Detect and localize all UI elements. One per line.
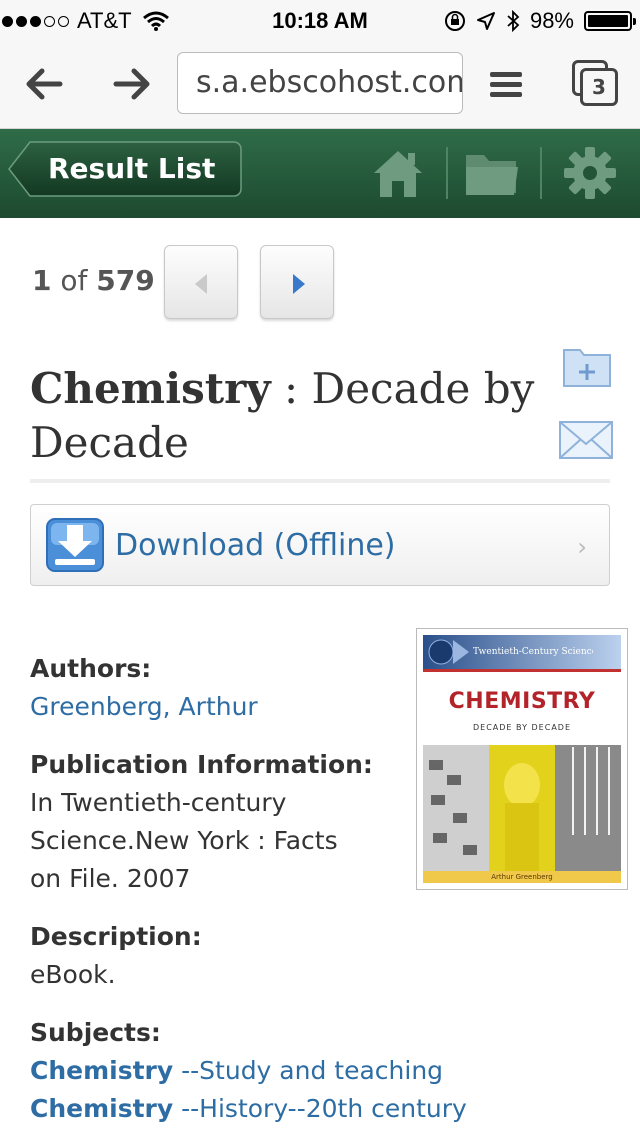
- location-icon: [476, 12, 495, 30]
- subject-term: Chemistry: [30, 1094, 174, 1123]
- download-icon: [46, 518, 104, 572]
- chevron-right-icon: [293, 274, 305, 294]
- divider: [540, 147, 542, 199]
- download-button[interactable]: Download (Offline) ›: [30, 504, 610, 586]
- subject-link[interactable]: Chemistry --History--20th century: [30, 1094, 467, 1123]
- result-list-label: Result List: [48, 152, 216, 185]
- cover-image: Twentieth-Century Science CHEMISTRY DECA…: [423, 635, 621, 883]
- total-results: 579: [96, 264, 155, 297]
- battery-percent: 98%: [529, 8, 574, 33]
- chevron-left-icon: [195, 274, 207, 294]
- cover-title: CHEMISTRY: [448, 689, 596, 714]
- rotation-lock-icon: [444, 11, 465, 31]
- cover-author: Arthur Greenberg: [491, 873, 553, 881]
- download-label: Download (Offline): [115, 528, 396, 563]
- current-index: 1: [32, 264, 52, 297]
- cover-subtitle: DECADE BY DECADE: [473, 723, 571, 732]
- menu-icon[interactable]: [490, 72, 522, 98]
- home-icon[interactable]: [370, 145, 426, 201]
- author-link[interactable]: Greenberg, Arthur: [30, 688, 258, 726]
- divider: [446, 147, 448, 199]
- title-main: Chemistry: [30, 364, 271, 413]
- publication-info-value: In Twentieth-century Science.New York : …: [30, 788, 338, 893]
- result-counter: 1 of 579: [32, 264, 155, 297]
- bluetooth-icon: [507, 10, 520, 32]
- add-to-folder-icon[interactable]: [562, 346, 612, 388]
- battery-icon: [584, 11, 636, 31]
- forward-arrow-icon[interactable]: [110, 62, 154, 106]
- subjects-label: Subjects:: [30, 1018, 161, 1047]
- authors-label: Authors:: [30, 654, 152, 683]
- back-arrow-icon[interactable]: [22, 62, 66, 106]
- status-right: 98%: [444, 8, 636, 34]
- previous-result-button[interactable]: [164, 245, 238, 319]
- next-result-button[interactable]: [260, 245, 334, 319]
- tabs-button[interactable]: 3: [572, 60, 618, 106]
- cover-series: Twentieth-Century Science: [473, 647, 593, 657]
- subject-term: Chemistry: [30, 1056, 174, 1085]
- record-title: Chemistry : Decade by Decade: [30, 362, 550, 470]
- tab-count: 3: [580, 68, 618, 106]
- result-list-button[interactable]: Result List: [8, 141, 242, 197]
- book-cover[interactable]: Twentieth-Century Science CHEMISTRY DECA…: [416, 628, 628, 890]
- status-bar: AT&T 10:18 AM 98%: [0, 0, 640, 40]
- subject-link[interactable]: Chemistry --Study and teaching: [30, 1056, 443, 1085]
- description-value: eBook.: [30, 960, 116, 989]
- folder-icon[interactable]: [462, 145, 522, 201]
- chevron-right-icon: ›: [577, 533, 587, 561]
- email-icon[interactable]: [558, 420, 614, 460]
- description-label: Description:: [30, 922, 202, 951]
- subject-qualifier: --History--20th century: [173, 1094, 467, 1123]
- app-header: Result List: [0, 129, 640, 218]
- browser-toolbar: s.a.ebscohost.com 3: [0, 40, 640, 129]
- title-divider: [30, 479, 610, 483]
- counter-separator: of: [60, 264, 88, 297]
- publication-info-label: Publication Information:: [30, 750, 373, 779]
- gear-icon[interactable]: [562, 145, 618, 201]
- url-field[interactable]: s.a.ebscohost.com: [177, 52, 463, 114]
- subject-qualifier: --Study and teaching: [173, 1056, 444, 1085]
